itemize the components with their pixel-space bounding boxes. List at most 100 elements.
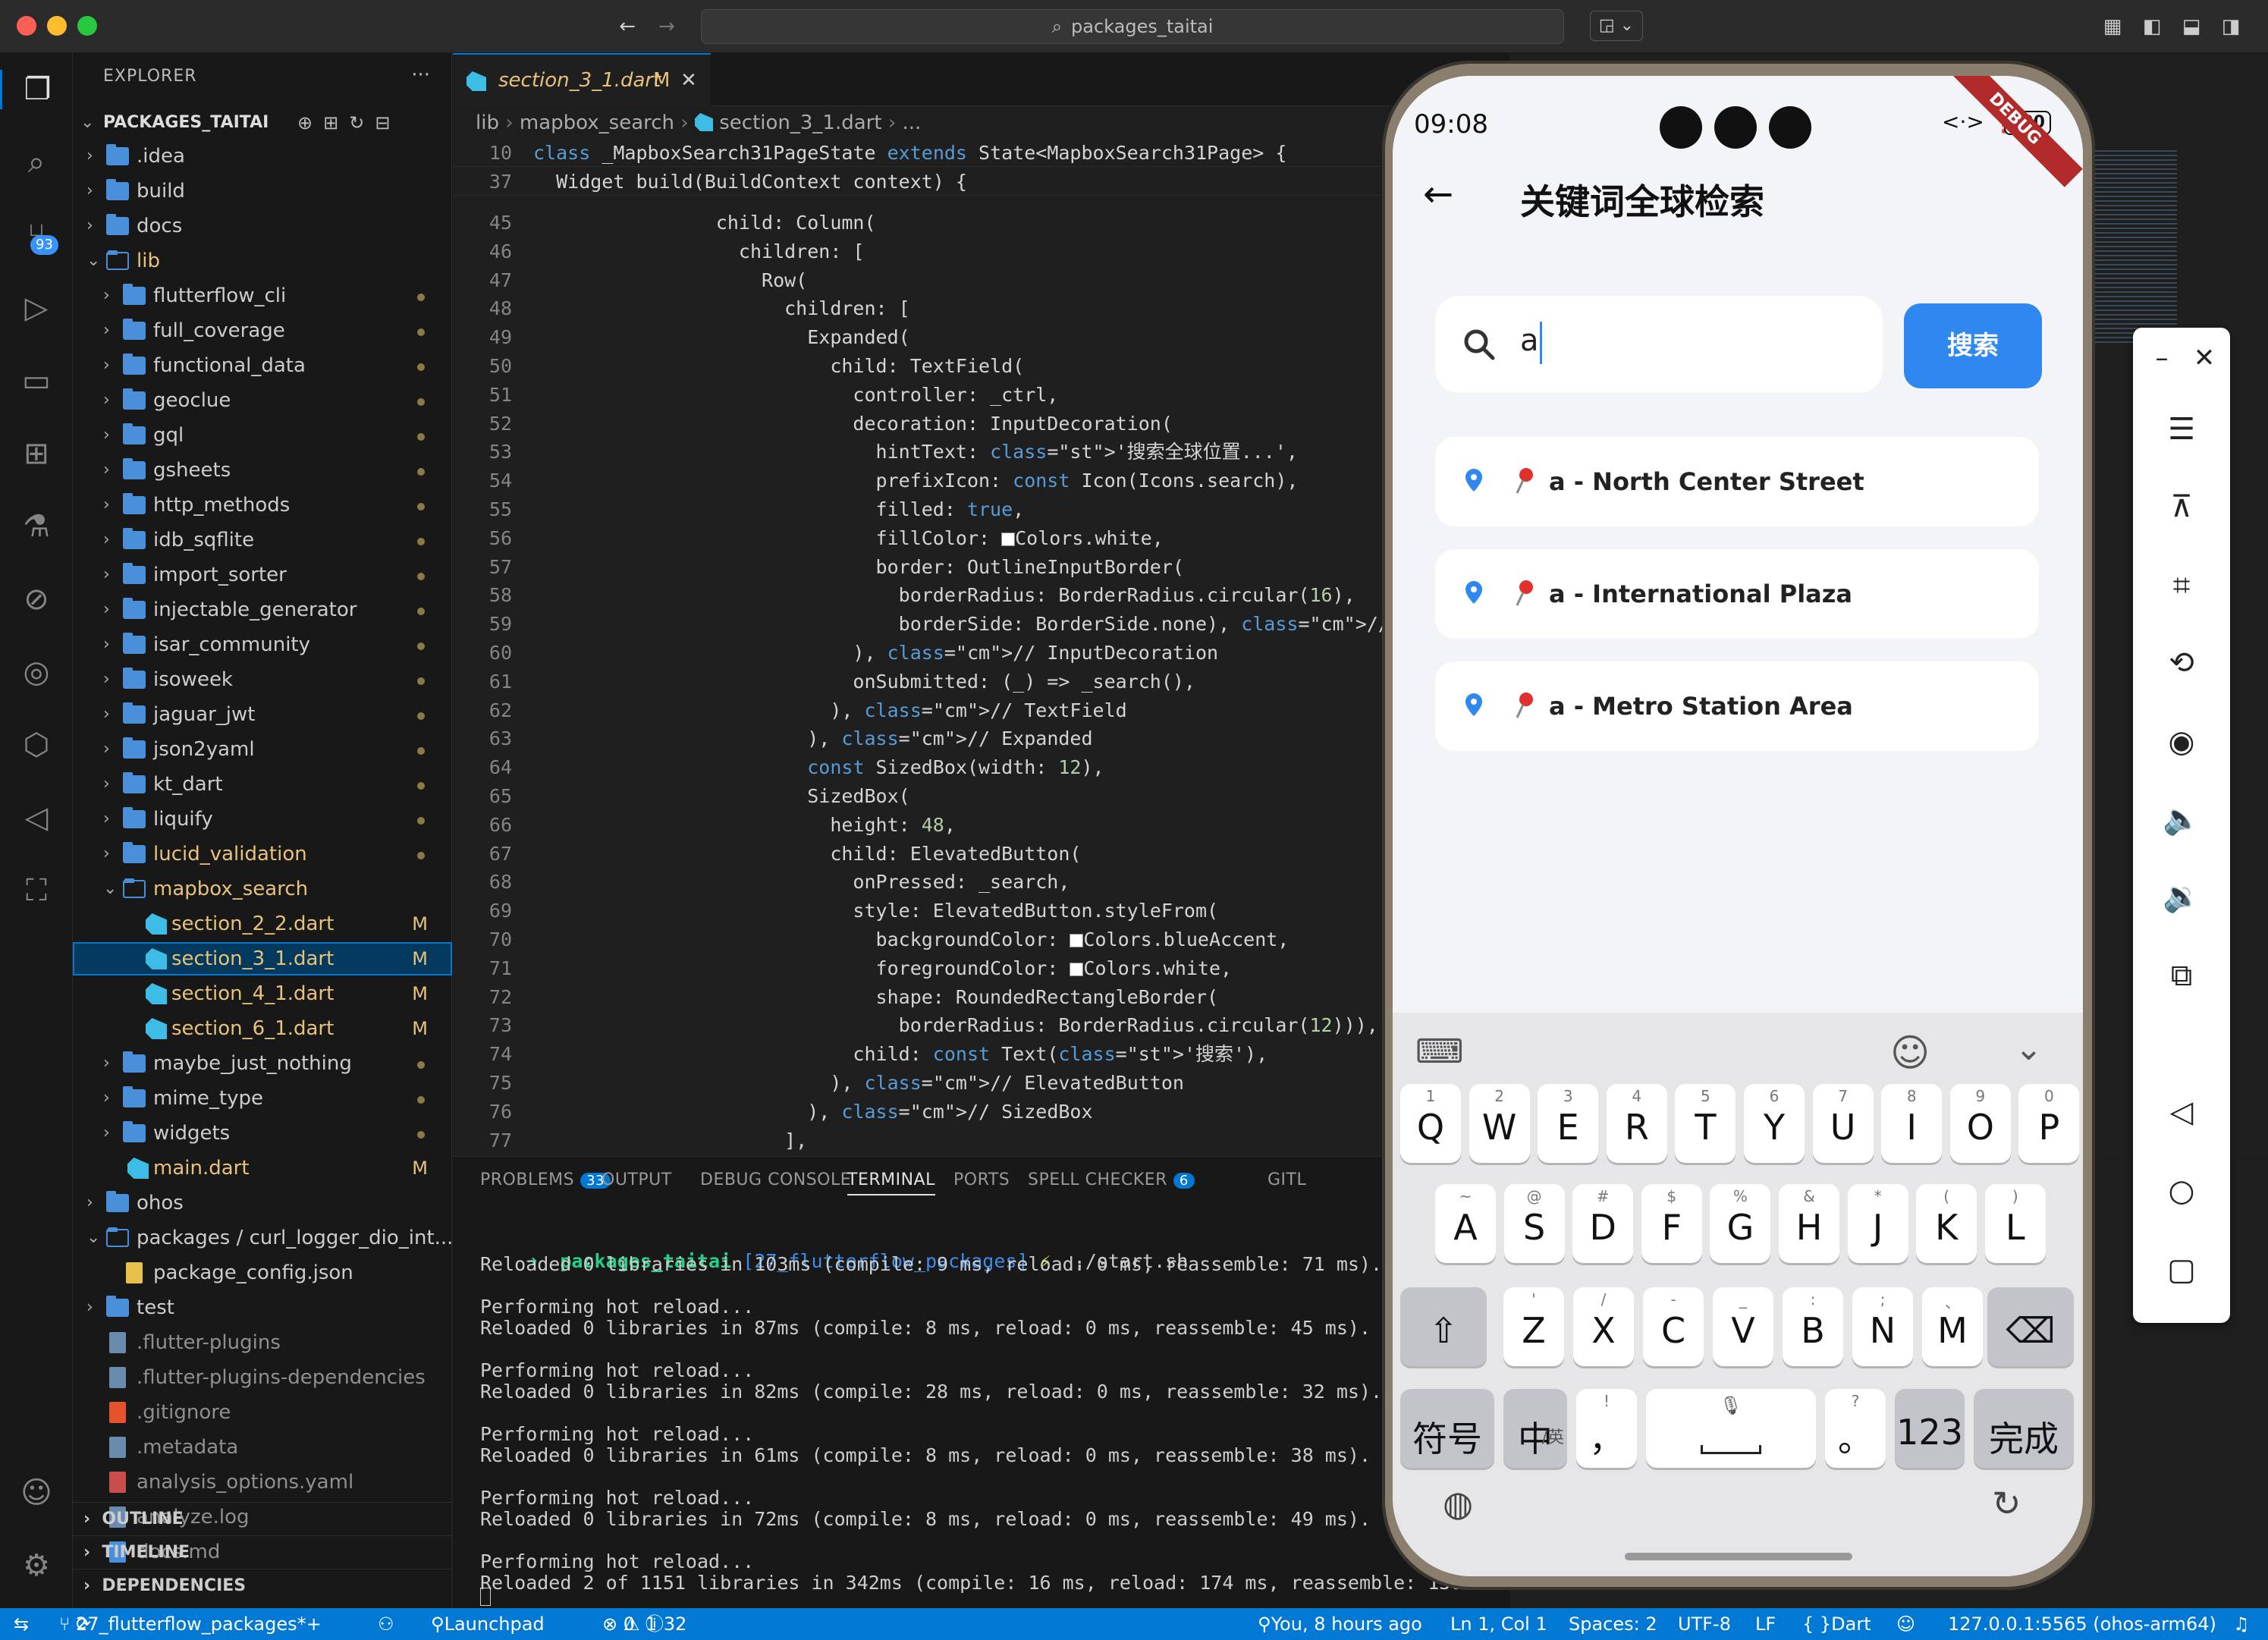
key-y[interactable]: 6Y xyxy=(1744,1084,1805,1163)
key-d[interactable]: # D xyxy=(1572,1184,1634,1263)
command-center-search[interactable]: ⌕ packages_taitai xyxy=(701,9,1564,44)
hide-keyboard-icon[interactable]: ⌄ xyxy=(2015,1029,2043,1068)
volume-up-icon[interactable]: 🔈 xyxy=(2159,796,2204,842)
language-key[interactable]: 中/英 xyxy=(1503,1389,1567,1468)
search-field[interactable]: a xyxy=(1435,296,1883,393)
tree-item[interactable]: package_config.json xyxy=(73,1256,452,1290)
tree-item[interactable]: › json2yaml xyxy=(73,733,452,766)
run-debug-icon[interactable]: ▷ xyxy=(17,288,56,328)
tree-item[interactable]: ⌄ packages / curl_logger_dio_int... xyxy=(73,1221,453,1255)
shift-key[interactable]: ⇧ xyxy=(1400,1287,1487,1366)
tree-item[interactable]: › docs xyxy=(73,209,452,243)
done-key[interactable]: 完成 xyxy=(1974,1389,2074,1468)
rotate-icon[interactable]: ⟲ xyxy=(2159,640,2204,686)
scan-icon[interactable]: ⛶ xyxy=(17,871,56,910)
period-key[interactable]: ?。 xyxy=(1825,1389,1886,1468)
containers-icon[interactable]: ⬡ xyxy=(17,725,56,765)
tree-item[interactable]: › geoclue xyxy=(73,384,452,417)
key-t[interactable]: 5T xyxy=(1675,1084,1736,1163)
key-a[interactable]: ~ A xyxy=(1435,1184,1496,1263)
tree-item[interactable]: ⌄ lib xyxy=(73,244,452,278)
flutter-icon[interactable]: ◁ xyxy=(17,798,56,837)
key-w[interactable]: 2W xyxy=(1469,1084,1530,1163)
tree-item[interactable]: › idb_sqflite xyxy=(73,523,452,557)
emoji-icon[interactable]: ☺ xyxy=(1890,1031,1930,1075)
dependencies-section[interactable]: › DEPENDENCIES xyxy=(73,1569,452,1602)
copilot-icon[interactable]: ☺ xyxy=(1896,1608,1915,1640)
tree-item[interactable]: › lucid_validation xyxy=(73,837,452,871)
tree-item[interactable]: › functional_data xyxy=(73,349,452,382)
problems-status[interactable]: ⊗ 0 ⚠ 1 ⓘ 32 xyxy=(602,1608,686,1640)
screenshot-icon[interactable]: ◉ xyxy=(2159,719,2204,765)
minimize-icon[interactable]: – xyxy=(2139,335,2185,381)
tree-item[interactable]: › jaguar_jwt xyxy=(73,698,452,731)
rotate-device-icon[interactable]: ⧉ xyxy=(2159,953,2204,998)
timeline-section[interactable]: › TIMELINE xyxy=(73,1535,452,1569)
back-arrow-icon[interactable]: ← xyxy=(1423,173,1453,215)
search-icon[interactable]: ⌕ xyxy=(17,143,56,182)
git-icon[interactable]: ⚇ xyxy=(378,1608,394,1640)
space-key[interactable]: 🎙 xyxy=(1646,1389,1816,1468)
settings-gear-icon[interactable]: ⚙ xyxy=(17,1546,56,1585)
explorer-icon[interactable]: ❐ xyxy=(0,70,73,109)
tree-item[interactable]: › isar_community xyxy=(73,628,452,661)
number-key[interactable]: 123 xyxy=(1895,1389,1965,1468)
tree-item[interactable]: › test xyxy=(73,1291,452,1324)
extensions-icon[interactable]: ⊞ xyxy=(17,434,56,473)
result-item[interactable]: a - Metro Station Area xyxy=(1435,661,2039,751)
tree-item[interactable]: › http_methods xyxy=(73,489,452,522)
key-g[interactable]: % G xyxy=(1710,1184,1771,1263)
key-z[interactable]: ' Z xyxy=(1503,1287,1564,1366)
copilot-chat-icon[interactable]: ◲ ⌄ xyxy=(1590,11,1643,41)
tree-item[interactable]: › maybe_just_nothing xyxy=(73,1047,452,1080)
panel-tab[interactable]: DEBUG CONSOLE xyxy=(700,1170,851,1189)
tree-item[interactable]: › import_sorter xyxy=(73,558,452,592)
remote-explorer-icon[interactable]: ▭ xyxy=(17,361,56,401)
result-item[interactable]: a - International Plaza xyxy=(1435,549,2039,639)
tree-item[interactable]: .flutter-plugins-dependencies xyxy=(73,1361,452,1394)
tree-item[interactable]: › kt_dart xyxy=(73,768,452,801)
toggle-secondary-sidebar-icon[interactable]: ◨ xyxy=(2219,15,2242,38)
tab-section-3-1[interactable]: section_3_1.dart M ✕ xyxy=(453,53,711,106)
tree-item[interactable]: › full_coverage xyxy=(73,314,452,347)
account-icon[interactable]: ☺ xyxy=(17,1473,56,1513)
key-u[interactable]: 7U xyxy=(1812,1084,1874,1163)
tree-item[interactable]: › gsheets xyxy=(73,454,452,487)
tree-item[interactable]: section_4_1.dart M xyxy=(73,977,452,1010)
cursor-position[interactable]: Ln 1, Col 1 xyxy=(1450,1608,1547,1640)
key-i[interactable]: 8I xyxy=(1881,1084,1943,1163)
backspace-key[interactable]: ⌫ xyxy=(1987,1287,2074,1366)
key-r[interactable]: 4R xyxy=(1606,1084,1667,1163)
testing-icon[interactable]: ⚗ xyxy=(17,507,56,546)
key-f[interactable]: $ F xyxy=(1641,1184,1702,1263)
outline-section[interactable]: › OUTLINE xyxy=(73,1502,452,1535)
key-s[interactable]: @ S xyxy=(1503,1184,1565,1263)
line-ending[interactable]: LF xyxy=(1755,1608,1776,1640)
tree-item[interactable]: › flutterflow_cli xyxy=(73,279,452,313)
notifications-icon[interactable]: ♫ xyxy=(2233,1608,2250,1640)
close-icon[interactable]: ✕ xyxy=(2182,335,2227,381)
key-x[interactable]: / X xyxy=(1573,1287,1634,1366)
tree-item[interactable]: › widgets xyxy=(73,1117,452,1150)
tree-item[interactable]: main.dart M xyxy=(73,1151,452,1185)
home-indicator[interactable] xyxy=(1625,1553,1852,1560)
tree-item[interactable]: › liquify xyxy=(73,803,452,836)
panel-tab[interactable]: PROBLEMS 33 xyxy=(480,1170,611,1189)
minimize-window-button[interactable] xyxy=(47,16,67,36)
tree-item[interactable]: › build xyxy=(73,174,452,208)
key-b[interactable]: :B xyxy=(1783,1287,1843,1366)
panel-tab[interactable]: GITL xyxy=(1268,1170,1306,1189)
panel-tab[interactable]: OUTPUT xyxy=(602,1170,672,1189)
tree-item[interactable]: .flutter-plugins xyxy=(73,1326,452,1359)
panel-tab[interactable]: TERMINAL xyxy=(847,1170,935,1195)
tree-item[interactable]: › injectable_generator xyxy=(73,593,452,627)
tree-item[interactable]: › mime_type xyxy=(73,1082,452,1115)
remote-icon[interactable]: ⇆ xyxy=(14,1608,29,1640)
menu-icon[interactable]: ☰ xyxy=(2159,407,2204,452)
breadcrumb-item[interactable]: section_3_1.dart xyxy=(719,112,881,134)
tree-item[interactable]: section_6_1.dart M xyxy=(73,1012,452,1045)
encoding[interactable]: UTF-8 xyxy=(1678,1608,1731,1640)
branch-status[interactable]: ⑂ 27_flutterflow_packages*+ ⟳ xyxy=(59,1608,322,1640)
symbols-key[interactable]: 符号 xyxy=(1400,1389,1494,1468)
globe-icon[interactable]: ◍ xyxy=(1443,1483,1473,1524)
